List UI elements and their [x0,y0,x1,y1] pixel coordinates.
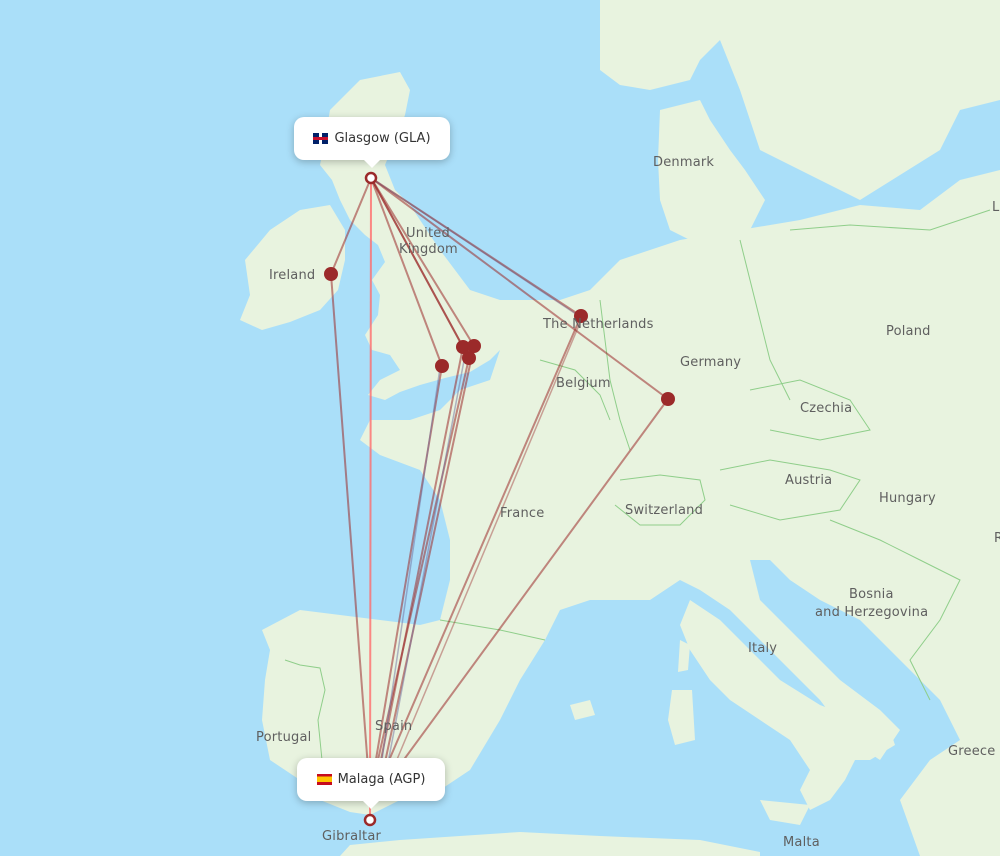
origin-airport-dot[interactable] [364,171,378,185]
country-label-netherlands: The Netherlands [543,317,654,332]
map-canvas[interactable] [0,0,1000,856]
country-label-france: France [500,506,545,521]
country-label-italy: Italy [748,641,778,656]
stopover-marker-frankfurt[interactable] [661,392,675,406]
country-label-belgium: Belgium [556,376,611,391]
country-label-ireland: Ireland [269,268,316,283]
spain-flag-icon [316,774,332,785]
country-label-greece: Greece [948,744,996,759]
destination-airport-dot[interactable] [363,813,377,827]
stopover-marker-bristol[interactable] [435,359,449,373]
stopover-marker-london-3[interactable] [462,351,476,365]
country-label-united-kingdom: United [406,226,450,241]
country-label-bosnia: Bosnia [849,587,894,602]
country-label-poland: Poland [886,324,931,339]
land-corsica [678,640,690,672]
origin-popup[interactable]: Glasgow (GLA) [294,117,450,168]
route-direct [369,177,372,821]
origin-label: Glasgow (GLA) [334,131,431,146]
country-label-switzerland: Switzerland [625,503,704,518]
country-label-united-kingdom-2: Kingdom [399,242,458,257]
country-label-spain: Spain [375,719,413,734]
country-label-austria: Austria [785,473,833,488]
country-label-gibraltar: Gibraltar [322,829,382,844]
country-label-czechia: Czechia [800,401,853,416]
destination-label: Malaga (AGP) [337,772,426,787]
country-label-edge-r: R [994,531,1000,546]
country-label-portugal: Portugal [256,730,312,745]
destination-popup[interactable]: Malaga (AGP) [297,758,445,809]
stopover-marker-london-2[interactable] [467,339,481,353]
stopover-marker-dublin[interactable] [324,267,338,281]
country-label-edge-l: L [992,200,1000,215]
origin-marker[interactable] [364,171,378,185]
destination-marker[interactable] [363,813,377,827]
uk-flag-icon [313,133,329,144]
country-label-denmark: Denmark [653,155,715,170]
country-label-hungary: Hungary [879,491,936,506]
country-label-malta: Malta [783,835,820,850]
country-label-germany: Germany [680,355,742,370]
country-label-bosnia-2: and Herzegovina [815,605,929,620]
